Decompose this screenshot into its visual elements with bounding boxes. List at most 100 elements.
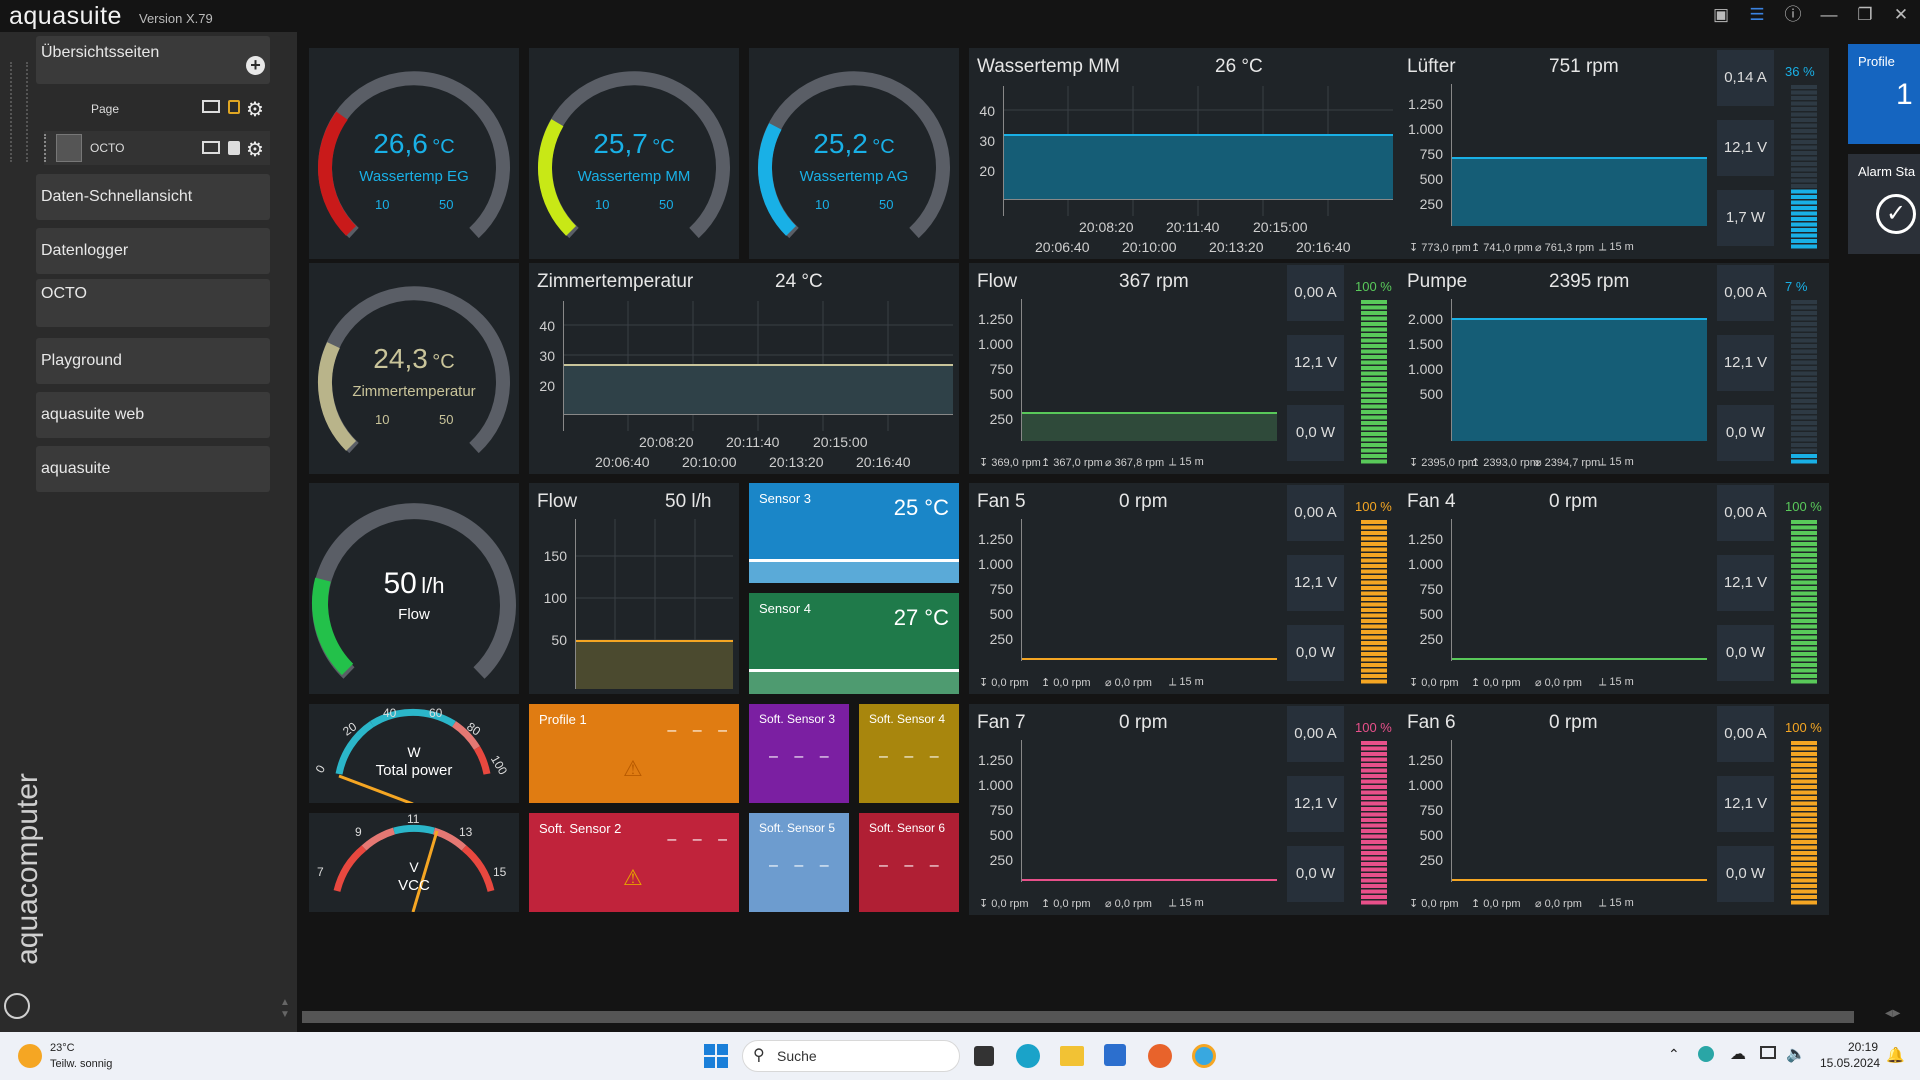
camera-icon[interactable]: ▣ xyxy=(1710,4,1732,26)
horizontal-scrollbar[interactable] xyxy=(302,1011,1854,1023)
y-tick: 500 xyxy=(989,386,1013,402)
clock-time[interactable]: 20:19 xyxy=(1848,1040,1878,1054)
page-lock-icon[interactable] xyxy=(228,100,240,114)
minimize-icon[interactable]: — xyxy=(1818,4,1840,26)
x-tick: 20:13:20 xyxy=(769,454,824,470)
vcc-tick: 9 xyxy=(355,825,362,839)
fan-power: 0,0 W xyxy=(1717,846,1774,902)
firefox-icon[interactable] xyxy=(1148,1044,1172,1068)
profile-widget[interactable]: Profile 1 xyxy=(1848,44,1920,144)
network-icon[interactable]: ☁ xyxy=(1730,1044,1746,1064)
chart-value: 26 °C xyxy=(1215,56,1263,77)
taskbar-search[interactable]: ⚲ Suche xyxy=(742,1040,960,1072)
fan-title: Fan 4 xyxy=(1407,491,1456,512)
sensor-4-tile[interactable]: Sensor 4 27 °C xyxy=(749,593,959,694)
fan-footer-stat: ↧ 773,0 rpm xyxy=(1409,242,1471,254)
fan-current: 0,00 A xyxy=(1287,485,1344,541)
store-icon[interactable] xyxy=(1104,1044,1126,1066)
scroll-arrows[interactable]: ▲ ▼ xyxy=(280,997,290,1021)
sidebar-item-datenlogger[interactable]: Datenlogger xyxy=(36,228,270,274)
gauge-label: Wassertemp AG xyxy=(799,168,909,185)
octo-settings-icon[interactable]: ⚙ xyxy=(246,137,264,162)
display-icon[interactable] xyxy=(1760,1046,1776,1059)
fan-plot xyxy=(1451,84,1707,226)
gauge-wassertemp-eg: 26,6 °C Wassertemp EG 10 50 xyxy=(309,48,519,259)
fan-footer-stat: ⌀ 0,0 rpm xyxy=(1105,898,1152,910)
sidebar-item-daten-schnellansicht[interactable]: Daten-Schnellansicht xyxy=(36,174,270,220)
y-tick: 750 xyxy=(989,802,1013,818)
soft-sensor-3-tile[interactable]: Soft. Sensor 3 – – – xyxy=(749,704,849,803)
checkmark-icon: ✓ xyxy=(1876,194,1916,234)
fan-current: 0,00 A xyxy=(1717,485,1774,541)
tray-app-icon[interactable] xyxy=(1698,1046,1714,1062)
fan-panel-fan6: Fan 6 0 rpm 1.250 1.000 750 500 250 ↧ 0,0 rpm ↥ … xyxy=(1399,704,1829,915)
file-explorer-icon[interactable] xyxy=(1060,1046,1084,1066)
chart-wassertemp-mm: Wassertemp MM 26 °C 40 30 20 20:08:20 20… xyxy=(969,48,1399,259)
fan-panel-flow: Flow 367 rpm 1.250 1.000 750 500 250 ↧ 369,0 rp… xyxy=(969,263,1399,474)
gauge-total-power: 0 20 40 60 80 100 W Total power xyxy=(309,704,519,803)
clock-date[interactable]: 15.05.2024 xyxy=(1820,1056,1880,1070)
x-tick: 20:16:40 xyxy=(1296,239,1351,255)
fan-footer-stat: ⟂ 15 m xyxy=(1599,241,1634,253)
soft-sensor-6-tile[interactable]: Soft. Sensor 6 – – – xyxy=(859,813,959,912)
soft-sensor-5-tile[interactable]: Soft. Sensor 5 – – – xyxy=(749,813,849,912)
octo-lock-icon[interactable] xyxy=(228,141,240,155)
weather-icon[interactable] xyxy=(18,1044,42,1068)
page-monitor-icon[interactable] xyxy=(202,100,220,113)
soft-sensor-2-tile[interactable]: Soft. Sensor 2 – – – ⚠ xyxy=(529,813,739,912)
tile-value: – – – xyxy=(879,748,945,765)
tile-label: Soft. Sensor 6 xyxy=(869,821,946,835)
notification-icon[interactable]: 🔔 xyxy=(1886,1046,1905,1064)
maximize-icon[interactable]: ❐ xyxy=(1854,4,1876,26)
add-page-icon[interactable]: + xyxy=(246,56,265,75)
close-icon[interactable]: ✕ xyxy=(1890,4,1912,26)
fan-footer-stat: ↥ 2393,0 rpm xyxy=(1471,457,1539,469)
start-icon[interactable] xyxy=(704,1044,728,1068)
x-tick: 20:16:40 xyxy=(856,454,911,470)
sidebar-item-aquasuite-web[interactable]: aquasuite web xyxy=(36,392,270,438)
aquasuite-taskbar-icon[interactable] xyxy=(1192,1044,1216,1068)
profile-1-tile[interactable]: Profile 1 – – – ⚠ xyxy=(529,704,739,803)
octo-monitor-icon[interactable] xyxy=(202,141,220,154)
y-tick: 20 xyxy=(979,163,995,179)
tile-label: Soft. Sensor 4 xyxy=(869,712,946,726)
temp-area xyxy=(1004,135,1393,199)
scroll-left-right-icon[interactable]: ◀▶ xyxy=(1885,1008,1900,1019)
fan-percent: 36 % xyxy=(1785,64,1815,79)
y-tick: 500 xyxy=(1419,171,1443,187)
octo-device-item[interactable]: OCTO ⚙ xyxy=(44,131,270,165)
info-icon[interactable]: ⓘ xyxy=(1782,4,1804,26)
gauge-value: 25,2 °C xyxy=(813,128,895,159)
sidebar-item-octo[interactable]: OCTO xyxy=(36,279,270,327)
search-icon: ⚲ xyxy=(753,1047,765,1064)
y-tick: 1.000 xyxy=(1407,777,1443,793)
octo-device-label: OCTO xyxy=(90,141,125,155)
fan-footer-stat: ⌀ 2394,7 rpm xyxy=(1535,457,1601,469)
page-settings-icon[interactable]: ⚙ xyxy=(246,97,264,122)
task-view-icon[interactable] xyxy=(974,1046,994,1066)
y-tick: 1.250 xyxy=(1407,531,1443,547)
soft-sensor-4-tile[interactable]: Soft. Sensor 4 – – – xyxy=(859,704,959,803)
layers-icon[interactable]: ☰ xyxy=(1746,4,1768,26)
overview-pages-label: Übersichtsseiten xyxy=(41,44,160,61)
fan-level-bar xyxy=(1791,300,1817,464)
fan-plot xyxy=(1451,519,1707,661)
y-tick: 1.000 xyxy=(1407,556,1443,572)
sensor-3-tile[interactable]: Sensor 3 25 °C xyxy=(749,483,959,583)
page-label: Page xyxy=(91,102,120,116)
sidebar-item-playground[interactable]: Playground xyxy=(36,338,270,384)
tray-chevron-icon[interactable]: ⌃ xyxy=(1668,1046,1680,1063)
y-tick: 500 xyxy=(1419,827,1443,843)
sidebar-item-aquasuite[interactable]: aquasuite xyxy=(36,446,270,492)
drag-handle-icon[interactable] xyxy=(44,134,48,162)
x-tick: 20:15:00 xyxy=(813,434,868,450)
alarm-status-widget[interactable]: Alarm Sta ✓ xyxy=(1848,154,1920,254)
sidebar-collapse-handle[interactable] xyxy=(10,62,28,162)
y-tick: 20 xyxy=(539,378,555,394)
overview-pages-button[interactable]: Übersichtsseiten + xyxy=(36,36,270,84)
edge-icon[interactable] xyxy=(1016,1044,1040,1068)
fan-footer-stat: ↧ 0,0 rpm xyxy=(1409,677,1459,689)
volume-icon[interactable]: 🔈 xyxy=(1786,1044,1806,1064)
app-name: aquasuite xyxy=(9,2,122,30)
fan-level-bar xyxy=(1791,741,1817,905)
